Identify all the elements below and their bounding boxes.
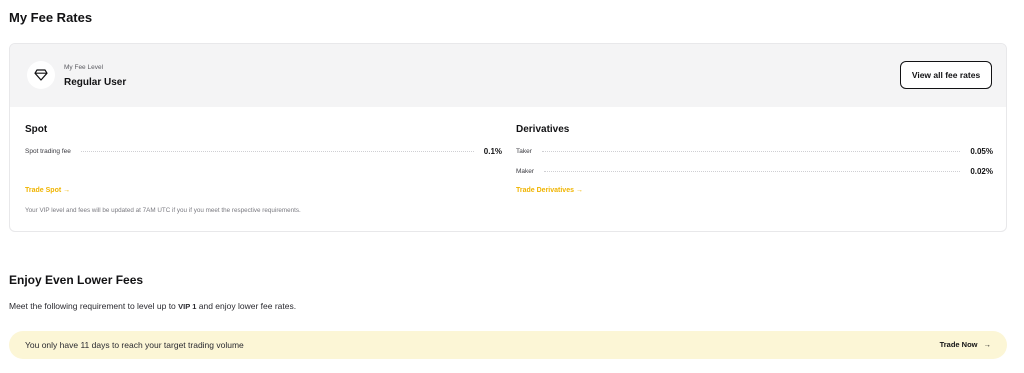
- spot-fee-row: Spot trading fee 0.1%: [25, 146, 502, 156]
- fee-rates-card: My Fee Level Regular User View all fee r…: [9, 43, 1007, 232]
- level-up-requirement: Meet the following requirement to level …: [9, 301, 296, 311]
- maker-fee-value: 0.02%: [970, 166, 993, 176]
- taker-fee-label: Taker: [516, 147, 532, 155]
- fee-level-value: Regular User: [64, 77, 127, 88]
- fee-level-header: My Fee Level Regular User View all fee r…: [10, 44, 1006, 107]
- view-all-fee-rates-button[interactable]: View all fee rates: [900, 61, 992, 89]
- leader-dots: [541, 150, 961, 152]
- leader-dots: [80, 150, 474, 152]
- taker-fee-row: Taker 0.05%: [516, 146, 993, 156]
- taker-fee-value: 0.05%: [970, 146, 993, 156]
- maker-fee-label: Maker: [516, 167, 535, 175]
- fee-level-label: My Fee Level: [64, 64, 104, 71]
- maker-fee-row: Maker 0.02%: [516, 166, 993, 176]
- banner-message: You only have 11 days to reach your targ…: [25, 340, 244, 350]
- trading-volume-banner: You only have 11 days to reach your targ…: [9, 331, 1007, 359]
- arrow-right-icon: →: [63, 187, 71, 194]
- fee-update-note: Your VIP level and fees will be updated …: [25, 207, 301, 214]
- requirement-prefix: Meet the following requirement to level …: [9, 301, 176, 311]
- trade-derivatives-label: Trade Derivatives: [516, 187, 574, 194]
- arrow-right-icon: →: [575, 187, 583, 194]
- requirement-suffix: and enjoy lower fee rates.: [198, 301, 297, 311]
- vip-level: VIP 1: [178, 302, 197, 311]
- leader-dots: [544, 170, 961, 172]
- trade-now-button[interactable]: Trade Now →: [940, 340, 991, 349]
- derivatives-section-title: Derivatives: [516, 124, 570, 135]
- lower-fees-title: Enjoy Even Lower Fees: [9, 273, 144, 287]
- page-title: My Fee Rates: [9, 10, 93, 25]
- trade-now-label: Trade Now: [939, 340, 978, 349]
- trade-derivatives-link[interactable]: Trade Derivatives →: [516, 187, 583, 194]
- spot-section-title: Spot: [25, 124, 48, 135]
- trade-spot-label: Trade Spot: [25, 187, 62, 194]
- diamond-icon: [27, 61, 55, 89]
- spot-fee-value: 0.1%: [483, 146, 502, 156]
- spot-fee-label: Spot trading fee: [25, 147, 71, 155]
- arrow-right-icon: →: [983, 340, 992, 349]
- trade-spot-link[interactable]: Trade Spot →: [25, 187, 70, 194]
